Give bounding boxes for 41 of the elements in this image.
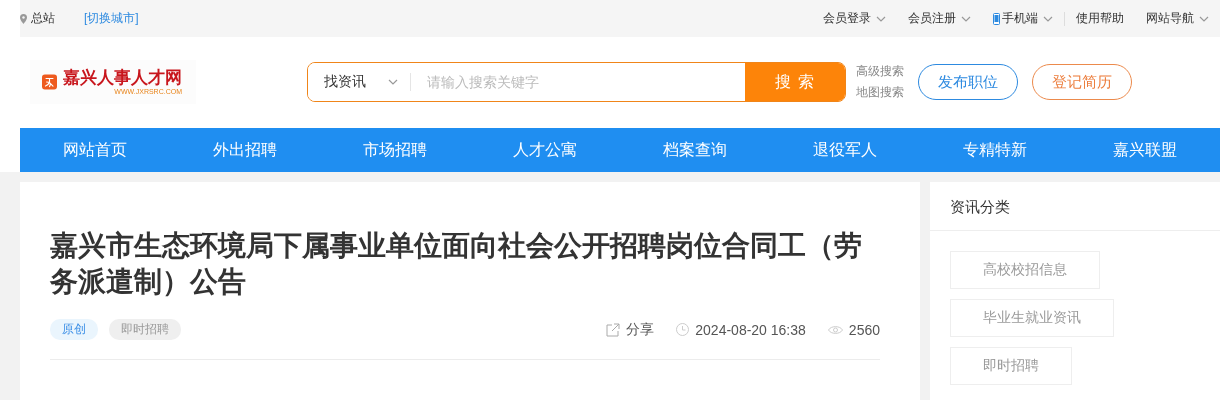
nav-tab[interactable]: 退役军人 <box>770 128 920 172</box>
top-link[interactable]: 网站导航 <box>1135 10 1220 27</box>
tag: 原创 <box>50 319 98 340</box>
nav-tab[interactable]: 人才公寓 <box>470 128 620 172</box>
search-button[interactable]: 搜 索 <box>745 63 845 101</box>
logo-text: 嘉兴人事人才网 <box>63 68 182 88</box>
chevron-down-icon <box>1199 15 1209 22</box>
search-link[interactable]: 高级搜索 <box>856 63 904 80</box>
top-link[interactable]: 会员登录 <box>812 10 897 27</box>
view-count: 2560 <box>848 321 880 338</box>
location-label: 总站 <box>31 10 55 27</box>
tag: 即时招聘 <box>109 319 181 340</box>
nav-tab[interactable]: 网站首页 <box>20 128 170 172</box>
top-link[interactable]: 使用帮助 <box>1065 10 1135 27</box>
top-link[interactable]: 会员注册 <box>897 10 982 27</box>
switch-city-link[interactable]: [切换城市] <box>73 10 150 27</box>
chevron-down-icon <box>388 79 398 85</box>
publish-date: 2024-08-20 16:38 <box>695 321 806 338</box>
sidebar-title: 资讯分类 <box>930 182 1220 231</box>
search-link[interactable]: 地图搜索 <box>856 84 904 101</box>
share-icon <box>606 322 621 337</box>
top-link[interactable]: 手机端 <box>982 10 1064 27</box>
nav-tab[interactable]: 外出招聘 <box>170 128 320 172</box>
nav-tab[interactable]: 专精特新 <box>920 128 1070 172</box>
category-button[interactable]: 即时招聘 <box>950 347 1072 385</box>
category-button[interactable]: 高校校招信息 <box>950 251 1100 289</box>
search-bar[interactable]: 找资讯 请输入搜索关键字 搜 索 <box>307 62 846 102</box>
register-resume-button[interactable]: 登记简历 <box>1032 64 1132 100</box>
article-title: 嘉兴市生态环境局下属事业单位面向社会公开招聘岗位合同工（劳务派遣制）公告 <box>50 229 863 299</box>
nav-tab[interactable]: 档案查询 <box>620 128 770 172</box>
chevron-down-icon <box>1043 15 1053 22</box>
nav-tab[interactable]: 嘉兴联盟 <box>1070 128 1220 172</box>
chevron-down-icon <box>961 15 971 22</box>
clock-icon <box>676 323 690 336</box>
post-job-button[interactable]: 发布职位 <box>918 64 1018 100</box>
share-link[interactable]: 分享 <box>626 320 655 339</box>
nav-tab[interactable]: 市场招聘 <box>320 128 470 172</box>
chevron-down-icon <box>876 15 886 22</box>
category-button[interactable]: 毕业生就业资讯 <box>950 299 1114 337</box>
phone-icon <box>993 12 1000 25</box>
eye-icon <box>827 324 843 335</box>
